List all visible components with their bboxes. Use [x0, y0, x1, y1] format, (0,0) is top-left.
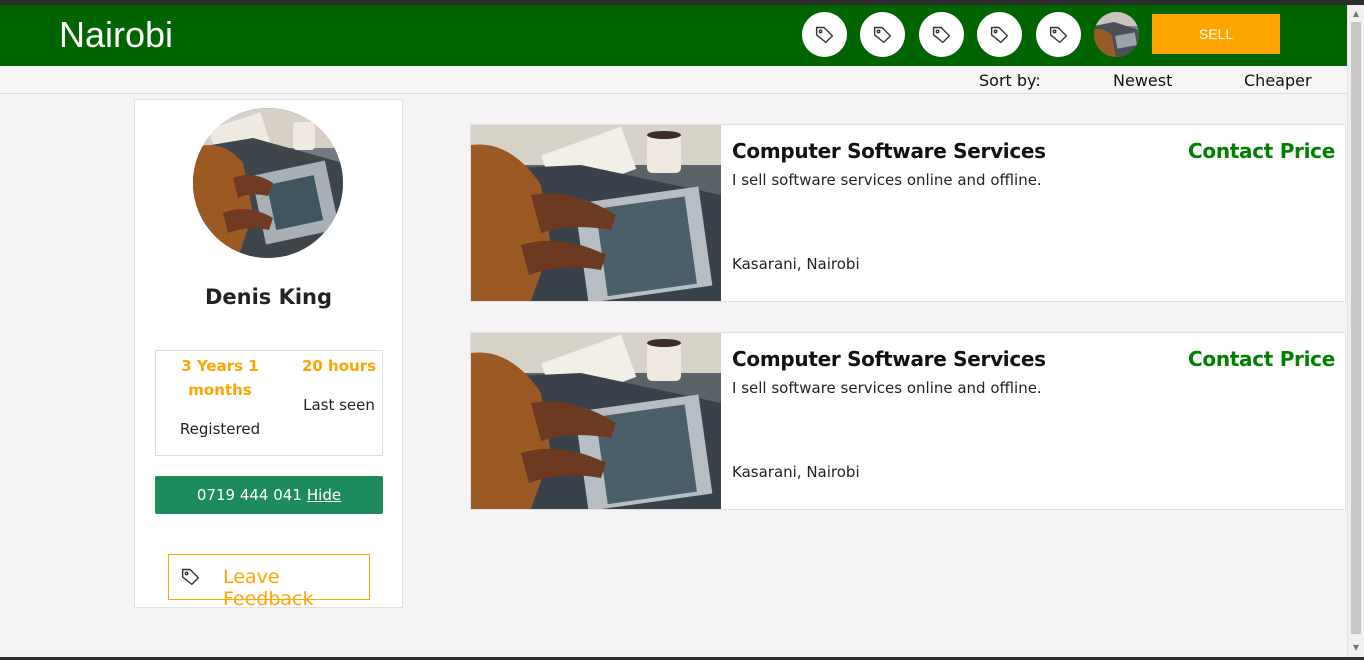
scrollbar-thumb[interactable]	[1351, 22, 1361, 634]
avatar-photo	[1094, 12, 1139, 57]
phone-number: 0719 444 041	[196, 486, 302, 504]
last-seen-value: 20 hours	[301, 357, 377, 375]
tag-icon	[815, 26, 834, 44]
seller-photo	[193, 108, 343, 258]
listing-description: I sell software services online and offl…	[732, 171, 1042, 189]
sort-newest-link[interactable]: Newest	[1113, 71, 1172, 90]
user-avatar[interactable]	[1094, 12, 1139, 57]
phone-number-button[interactable]: 0719 444 041 Hide	[155, 476, 383, 514]
listing-location: Kasarani, Nairobi	[732, 463, 860, 481]
listing-location: Kasarani, Nairobi	[732, 255, 860, 273]
listing-card[interactable]: Computer Software Services Contact Price…	[470, 124, 1346, 302]
scroll-up-arrow-icon[interactable]: ▲	[1350, 8, 1362, 20]
listing-title[interactable]: Computer Software Services	[732, 139, 1046, 163]
last-seen-label: Last seen	[303, 396, 375, 414]
listing-price: Contact Price	[1188, 347, 1335, 371]
listing-image[interactable]	[471, 333, 721, 509]
seller-name: Denis King	[204, 285, 333, 309]
registered-duration: 3 Years 1 months	[181, 357, 259, 399]
tag-button-1[interactable]	[802, 12, 847, 57]
tag-icon	[181, 568, 200, 586]
sort-label: Sort by:	[979, 71, 1041, 90]
top-navbar: Nairobi SELL	[0, 5, 1347, 66]
tag-icon	[1049, 26, 1068, 44]
seller-stats: 3 Years 1 months Registered 20 hours Las…	[155, 350, 383, 456]
listing-image[interactable]	[471, 125, 721, 301]
hide-phone-link[interactable]: Hide	[307, 486, 341, 504]
seller-avatar	[193, 108, 343, 258]
tag-button-3[interactable]	[919, 12, 964, 57]
brand-title[interactable]: Nairobi	[59, 13, 173, 57]
tag-icon	[932, 26, 951, 44]
sell-button[interactable]: SELL	[1152, 14, 1280, 54]
leave-feedback-button[interactable]: Leave Feedback	[168, 554, 370, 610]
tag-button-2[interactable]	[860, 12, 905, 57]
tag-icon	[990, 26, 1009, 44]
seller-profile-card: Denis King 3 Years 1 months Registered 2…	[134, 99, 403, 610]
tag-icon	[873, 26, 892, 44]
sort-cheaper-link[interactable]: Cheaper	[1244, 71, 1312, 90]
sort-bar: Sort by: Newest Cheaper	[0, 66, 1347, 94]
tag-button-5[interactable]	[1036, 12, 1081, 57]
listing-photo	[471, 333, 721, 509]
tag-button-4[interactable]	[977, 12, 1022, 57]
listing-photo	[471, 125, 721, 301]
leave-feedback-label: Leave Feedback	[223, 566, 314, 610]
registered-label: Registered	[179, 420, 261, 438]
listing-description: I sell software services online and offl…	[732, 379, 1042, 397]
listing-title[interactable]: Computer Software Services	[732, 347, 1046, 371]
listing-card[interactable]: Computer Software Services Contact Price…	[470, 332, 1346, 510]
listing-price: Contact Price	[1188, 139, 1335, 163]
scroll-down-arrow-icon[interactable]: ▼	[1350, 642, 1362, 654]
